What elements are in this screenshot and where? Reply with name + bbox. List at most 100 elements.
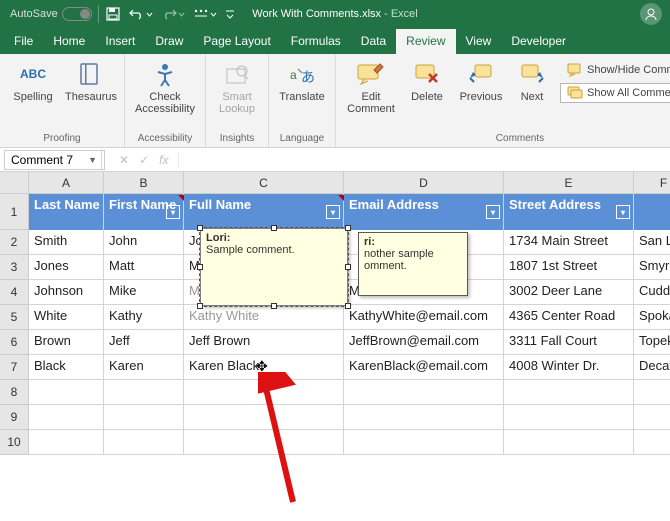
- delete-comment-button[interactable]: Delete: [404, 57, 450, 115]
- table-cell[interactable]: Johnson: [29, 280, 104, 305]
- table-header-cell[interactable]: First Name▾: [104, 194, 184, 230]
- quick-access-more[interactable]: [189, 2, 221, 26]
- show-all-comments-button[interactable]: Show All Comments: [560, 83, 670, 103]
- table-cell[interactable]: [634, 380, 670, 405]
- table-cell[interactable]: Mike: [104, 280, 184, 305]
- filter-icon[interactable]: ▾: [166, 205, 180, 219]
- table-header-cell[interactable]: Last Name: [29, 194, 104, 230]
- table-cell[interactable]: [634, 405, 670, 430]
- edit-comment-button[interactable]: Edit Comment: [342, 57, 400, 115]
- table-cell[interactable]: [344, 405, 504, 430]
- table-cell[interactable]: [104, 380, 184, 405]
- table-cell[interactable]: [504, 380, 634, 405]
- comment-box-selected[interactable]: Lori: Sample comment.: [200, 228, 348, 306]
- tab-page-layout[interactable]: Page Layout: [193, 29, 280, 54]
- table-cell[interactable]: Matt: [104, 255, 184, 280]
- row-header[interactable]: 7: [0, 355, 29, 380]
- table-cell[interactable]: Spoka: [634, 305, 670, 330]
- table-cell[interactable]: [29, 380, 104, 405]
- table-cell[interactable]: [184, 380, 344, 405]
- row-header[interactable]: 6: [0, 330, 29, 355]
- thesaurus-button[interactable]: Thesaurus: [64, 57, 118, 103]
- filter-icon[interactable]: ▾: [326, 205, 340, 219]
- previous-comment-button[interactable]: Previous: [454, 57, 508, 115]
- user-icon[interactable]: [640, 3, 662, 25]
- tab-home[interactable]: Home: [43, 29, 95, 54]
- tab-review[interactable]: Review: [396, 29, 455, 54]
- table-cell[interactable]: 3311 Fall Court: [504, 330, 634, 355]
- table-header-cell[interactable]: Full Name▾: [184, 194, 344, 230]
- table-cell[interactable]: Kathy: [104, 305, 184, 330]
- table-cell[interactable]: Topek: [634, 330, 670, 355]
- table-cell[interactable]: Brown: [29, 330, 104, 355]
- check-accessibility-button[interactable]: Check Accessibility: [131, 57, 199, 115]
- table-cell[interactable]: [504, 405, 634, 430]
- table-cell[interactable]: KarenBlack@email.com: [344, 355, 504, 380]
- filter-icon[interactable]: ▾: [486, 205, 500, 219]
- row-header[interactable]: 5: [0, 305, 29, 330]
- tab-developer[interactable]: Developer: [501, 29, 576, 54]
- table-header-cell[interactable]: Street Address▾: [504, 194, 634, 230]
- table-cell[interactable]: John: [104, 230, 184, 255]
- tab-data[interactable]: Data: [351, 29, 396, 54]
- select-all-corner[interactable]: [0, 172, 29, 194]
- table-cell[interactable]: Cudde: [634, 280, 670, 305]
- table-cell[interactable]: [184, 430, 344, 455]
- row-header[interactable]: 1: [0, 194, 29, 230]
- column-header[interactable]: D: [344, 172, 504, 194]
- undo-button[interactable]: [125, 2, 157, 26]
- table-cell[interactable]: 3002 Deer Lane: [504, 280, 634, 305]
- row-header[interactable]: 8: [0, 380, 29, 405]
- column-header[interactable]: A: [29, 172, 104, 194]
- table-cell[interactable]: [104, 405, 184, 430]
- redo-button[interactable]: [157, 2, 189, 26]
- table-cell[interactable]: Jeff: [104, 330, 184, 355]
- column-header[interactable]: F: [634, 172, 670, 194]
- table-cell[interactable]: 4008 Winter Dr.: [504, 355, 634, 380]
- table-cell[interactable]: [634, 430, 670, 455]
- translate-button[interactable]: aあ Translate: [275, 57, 329, 103]
- tab-draw[interactable]: Draw: [145, 29, 193, 54]
- tab-file[interactable]: File: [4, 29, 43, 54]
- table-cell[interactable]: Jeff Brown: [184, 330, 344, 355]
- table-cell[interactable]: JeffBrown@email.com: [344, 330, 504, 355]
- table-cell[interactable]: Karen: [104, 355, 184, 380]
- next-comment-button[interactable]: Next: [512, 57, 552, 115]
- column-header[interactable]: B: [104, 172, 184, 194]
- row-header[interactable]: 3: [0, 255, 29, 280]
- row-header[interactable]: 10: [0, 430, 29, 455]
- table-cell[interactable]: 1734 Main Street: [504, 230, 634, 255]
- show-hide-comment-button[interactable]: Show/Hide Comment: [560, 60, 670, 80]
- table-cell[interactable]: Jones: [29, 255, 104, 280]
- tab-formulas[interactable]: Formulas: [281, 29, 351, 54]
- column-header[interactable]: E: [504, 172, 634, 194]
- column-header[interactable]: C: [184, 172, 344, 194]
- table-cell[interactable]: [104, 430, 184, 455]
- comment-box[interactable]: ri: nother sample omment.: [358, 232, 468, 296]
- tab-view[interactable]: View: [456, 29, 502, 54]
- table-cell[interactable]: Decat: [634, 355, 670, 380]
- row-header[interactable]: 9: [0, 405, 29, 430]
- table-cell[interactable]: Smith: [29, 230, 104, 255]
- quick-access-dropdown[interactable]: [221, 2, 239, 26]
- table-header-cell[interactable]: Email Address▾: [344, 194, 504, 230]
- table-cell[interactable]: White: [29, 305, 104, 330]
- table-cell[interactable]: Smyrn: [634, 255, 670, 280]
- table-cell[interactable]: Black: [29, 355, 104, 380]
- filter-icon[interactable]: ▾: [616, 205, 630, 219]
- tab-insert[interactable]: Insert: [95, 29, 145, 54]
- table-cell[interactable]: [504, 430, 634, 455]
- table-cell[interactable]: KathyWhite@email.com: [344, 305, 504, 330]
- table-cell[interactable]: [184, 405, 344, 430]
- save-button[interactable]: [101, 2, 125, 26]
- table-cell[interactable]: 4365 Center Road: [504, 305, 634, 330]
- table-cell[interactable]: San L: [634, 230, 670, 255]
- table-header-cell[interactable]: [634, 194, 670, 230]
- table-cell[interactable]: [29, 405, 104, 430]
- table-cell[interactable]: [29, 430, 104, 455]
- table-cell[interactable]: [344, 430, 504, 455]
- table-cell[interactable]: 1807 1st Street: [504, 255, 634, 280]
- autosave-toggle[interactable]: AutoSave: [6, 2, 96, 26]
- table-cell[interactable]: Kathy White: [184, 305, 344, 330]
- table-cell[interactable]: [344, 380, 504, 405]
